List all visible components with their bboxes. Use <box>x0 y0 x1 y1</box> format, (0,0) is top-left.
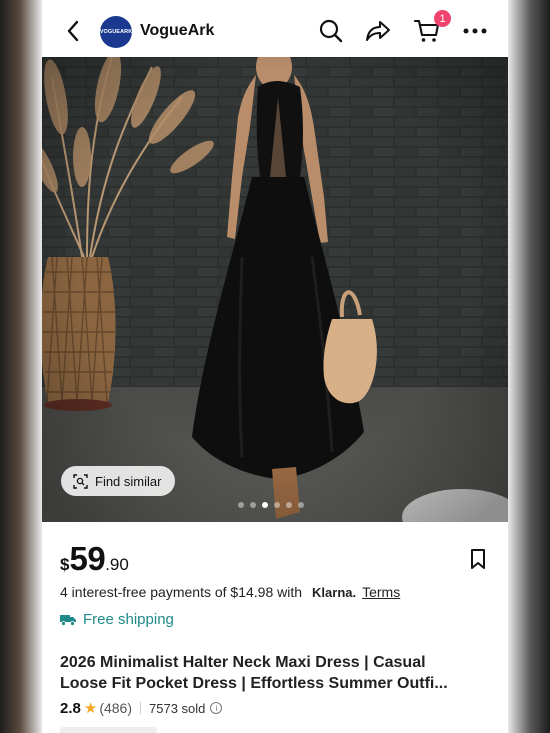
scan-search-icon <box>73 473 88 489</box>
carousel-dot[interactable] <box>262 502 268 508</box>
save-button[interactable] <box>467 548 489 570</box>
divider <box>140 702 141 714</box>
more-options-button[interactable] <box>460 16 490 46</box>
carousel-dot[interactable] <box>238 502 244 508</box>
chevron-left-icon <box>67 20 79 42</box>
store-logo[interactable]: VOGUEARK <box>100 16 132 48</box>
share-arrow-icon <box>366 21 390 41</box>
more-dots-icon <box>463 28 487 34</box>
carousel-dot[interactable] <box>298 502 304 508</box>
price: $ 59 .90 <box>60 540 129 578</box>
carousel-indicator <box>238 502 304 508</box>
product-title-line-2: Loose Fit Pocket Dress | Effortless Summ… <box>60 675 448 692</box>
free-shipping-label: Free shipping <box>83 611 174 628</box>
price-integer: 59 <box>69 540 106 577</box>
find-similar-button[interactable]: Find similar <box>61 466 176 496</box>
back-button[interactable] <box>62 18 84 44</box>
product-stats: 2.8 ★ (486) 7573 sold i <box>60 699 223 717</box>
carousel-dot[interactable] <box>250 502 256 508</box>
product-image[interactable]: Find similar <box>42 57 508 522</box>
truck-icon <box>60 614 76 626</box>
product-title[interactable]: 2026 Minimalist Halter Neck Maxi Dress |… <box>60 652 490 694</box>
share-button[interactable] <box>363 16 393 46</box>
carousel-dot[interactable] <box>274 502 280 508</box>
star-icon: ★ <box>83 700 98 717</box>
price-decimal: .90 <box>105 555 129 574</box>
product-title-line-1: 2026 Minimalist Halter Neck Maxi Dress |… <box>60 654 426 671</box>
info-icon[interactable]: i <box>210 702 223 714</box>
bookmark-icon <box>471 549 485 569</box>
search-button[interactable] <box>316 16 346 46</box>
find-similar-label: Find similar <box>95 473 162 489</box>
product-photo <box>42 57 508 522</box>
installment-text: 4 interest-free payments of $14.98 with <box>60 584 303 600</box>
sold-count: 7573 sold <box>149 700 206 716</box>
cart-count-badge: 1 <box>434 10 451 27</box>
terms-link[interactable]: Terms <box>362 584 400 600</box>
top-bar: VOGUEARK VogueArk 1 <box>42 0 508 57</box>
price-currency: $ <box>60 555 70 574</box>
search-icon <box>319 19 343 43</box>
carousel-dot[interactable] <box>286 502 292 508</box>
rating-value: 2.8 <box>60 699 81 717</box>
shipping-info[interactable]: Free shipping <box>60 611 174 628</box>
installment-info: 4 interest-free payments of $14.98 with … <box>60 584 400 600</box>
klarna-logo: Klarna. <box>312 584 357 600</box>
review-count[interactable]: (486) <box>99 700 132 716</box>
product-page: VOGUEARK VogueArk 1 Find similar $ 59 .9… <box>42 0 508 733</box>
next-section-preview <box>60 727 157 733</box>
store-name[interactable]: VogueArk <box>140 22 214 40</box>
